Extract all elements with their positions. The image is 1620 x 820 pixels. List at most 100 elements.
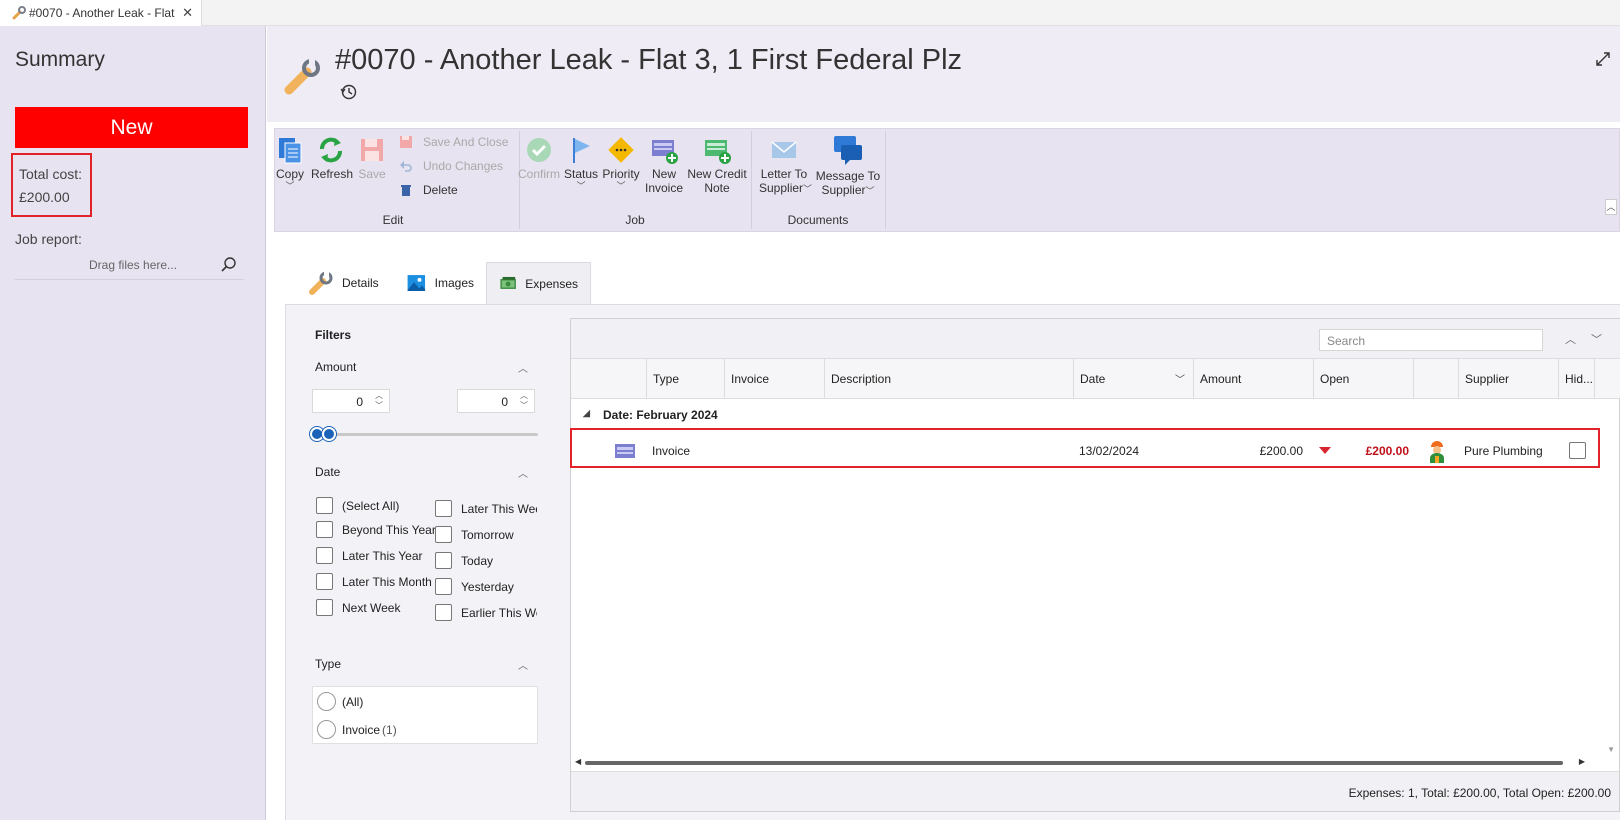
- envelope-icon: [771, 141, 797, 158]
- column-header-type[interactable]: Type: [646, 359, 724, 399]
- radio-button[interactable]: [317, 692, 336, 711]
- amount-collapse-icon[interactable]: ︿: [518, 360, 528, 375]
- grid-header: Type Invoice Description Date ﹀ Amount O…: [571, 359, 1620, 399]
- checkbox[interactable]: [435, 500, 452, 517]
- amount-filter-label: Amount: [315, 360, 357, 374]
- tab-details[interactable]: Details: [296, 262, 394, 304]
- table-row[interactable]: Invoice 13/02/2024 £200.00 £200.00 Pure …: [571, 432, 1619, 470]
- expand-icon[interactable]: [1594, 50, 1612, 68]
- column-header-open[interactable]: Open: [1313, 359, 1413, 399]
- history-icon[interactable]: [340, 83, 358, 101]
- amount-min-spinner-icon[interactable]: ︿ ﹀: [375, 391, 383, 411]
- date-option-beyond-this-year[interactable]: Beyond This Year: [316, 521, 436, 538]
- date-option-label: Earlier This We: [461, 605, 537, 620]
- amount-max-spinner-icon[interactable]: ︿ ﹀: [520, 391, 528, 411]
- filters-title: Filters: [315, 328, 352, 342]
- invoice-icon: [615, 444, 635, 458]
- group-row-date[interactable]: ◢ Date: February 2024: [571, 399, 1620, 429]
- confirm-button[interactable]: Confirm: [517, 135, 561, 181]
- checkbox[interactable]: [435, 552, 452, 569]
- letter-to-supplier-button[interactable]: Letter To Supplier﹀: [759, 135, 812, 195]
- chevron-up-icon[interactable]: ︿: [1565, 331, 1576, 347]
- date-option-label: Next Week: [342, 600, 401, 615]
- scroll-left-icon[interactable]: ◀: [575, 757, 581, 766]
- type-option-invoice[interactable]: Invoice (1): [317, 720, 397, 739]
- checkbox[interactable]: [435, 604, 452, 621]
- type-option-all[interactable]: (All): [317, 692, 363, 711]
- tab-images[interactable]: Images: [394, 262, 486, 304]
- date-option-next-week[interactable]: Next Week: [316, 599, 400, 616]
- row-amount: £200.00: [1259, 444, 1303, 458]
- scroll-right-icon[interactable]: ▶: [1579, 757, 1585, 766]
- confirm-icon: [527, 138, 551, 162]
- delete-button[interactable]: Delete: [399, 183, 458, 197]
- row-hidden-checkbox[interactable]: [1569, 442, 1586, 459]
- checkbox[interactable]: [435, 526, 452, 543]
- date-collapse-icon[interactable]: ︿: [518, 465, 528, 480]
- date-option-select-all[interactable]: (Select All): [316, 497, 399, 514]
- priority-button[interactable]: Priority ﹀: [601, 135, 641, 191]
- save-and-close-icon: [400, 136, 412, 148]
- scroll-thumb[interactable]: [585, 761, 1563, 765]
- tab-expenses-label: Expenses: [525, 276, 578, 291]
- column-header-supplier-icon[interactable]: [1413, 359, 1458, 399]
- message-dropdown-icon: ﹀: [865, 186, 875, 196]
- status-new-button[interactable]: New: [15, 107, 248, 148]
- delete-label: Delete: [423, 183, 458, 197]
- close-tab-icon[interactable]: ✕: [182, 5, 193, 21]
- group-collapse-icon[interactable]: ◢: [583, 408, 590, 419]
- amount-max-input[interactable]: 0 ︿ ﹀: [457, 389, 535, 413]
- message-to-supplier-label-2: Supplier: [821, 183, 866, 197]
- checkbox[interactable]: [316, 573, 333, 590]
- date-option-later-this-year[interactable]: Later This Year: [316, 547, 423, 564]
- date-option-later-this-week[interactable]: Later This Wee: [435, 500, 537, 517]
- delete-icon: [401, 185, 411, 196]
- save-and-close-button[interactable]: Save And Close: [399, 135, 508, 149]
- chevron-down-icon[interactable]: ﹀: [1591, 331, 1602, 347]
- type-collapse-icon[interactable]: ︿: [518, 657, 528, 672]
- column-header-spacer: [1594, 359, 1620, 399]
- column-header-invoice[interactable]: Invoice: [724, 359, 824, 399]
- column-header-amount[interactable]: Amount: [1193, 359, 1313, 399]
- horizontal-scrollbar[interactable]: ◀ ▶: [575, 757, 1585, 767]
- type-option-count: (1): [382, 722, 397, 737]
- checkbox[interactable]: [316, 497, 333, 514]
- refresh-button[interactable]: Refresh: [311, 135, 353, 181]
- date-option-earlier-this-week[interactable]: Earlier This We: [435, 604, 537, 621]
- collapse-ribbon-icon[interactable]: ︿: [1605, 199, 1617, 215]
- column-header-date[interactable]: Date ﹀: [1073, 359, 1193, 399]
- type-options-box: (All) Invoice (1): [312, 686, 538, 744]
- grid-search-input[interactable]: Search: [1319, 329, 1543, 351]
- amount-slider-max-handle[interactable]: [322, 427, 336, 441]
- amount-range-slider[interactable]: [312, 433, 538, 436]
- new-invoice-button[interactable]: New Invoice: [643, 135, 685, 195]
- date-option-yesterday[interactable]: Yesterday: [435, 578, 514, 595]
- new-credit-note-button[interactable]: New Credit Note: [687, 135, 747, 195]
- undo-changes-button[interactable]: Undo Changes: [399, 159, 503, 173]
- tab-expenses[interactable]: Expenses: [486, 262, 591, 304]
- checkbox[interactable]: [316, 599, 333, 616]
- date-option-today[interactable]: Today: [435, 552, 493, 569]
- row-type: Invoice: [652, 444, 691, 458]
- document-tab[interactable]: #0070 - Another Leak - Flat ✕: [0, 0, 202, 26]
- save-button[interactable]: Save: [357, 135, 387, 181]
- open-decrease-icon: [1319, 447, 1331, 454]
- copy-button[interactable]: Copy ﹀: [275, 135, 305, 191]
- scroll-down-icon[interactable]: ▼: [1607, 745, 1615, 754]
- column-header-hidden[interactable]: Hid...: [1558, 359, 1594, 399]
- date-option-tomorrow[interactable]: Tomorrow: [435, 526, 514, 543]
- column-header-description[interactable]: Description: [824, 359, 1073, 399]
- radio-button[interactable]: [317, 720, 336, 739]
- amount-min-input[interactable]: 0 ︿ ﹀: [312, 389, 390, 413]
- checkbox[interactable]: [435, 578, 452, 595]
- search-icon[interactable]: [220, 256, 238, 274]
- message-to-supplier-button[interactable]: Message To Supplier﹀: [815, 133, 881, 197]
- checkbox[interactable]: [316, 547, 333, 564]
- save-label: Save: [358, 167, 386, 181]
- column-header-supplier[interactable]: Supplier: [1458, 359, 1558, 399]
- job-report-dropzone[interactable]: Drag files here...: [15, 250, 244, 280]
- date-option-later-this-month[interactable]: Later This Month: [316, 573, 432, 590]
- new-invoice-label-2: Invoice: [644, 181, 684, 195]
- checkbox[interactable]: [316, 521, 333, 538]
- status-button[interactable]: Status ﹀: [563, 135, 599, 191]
